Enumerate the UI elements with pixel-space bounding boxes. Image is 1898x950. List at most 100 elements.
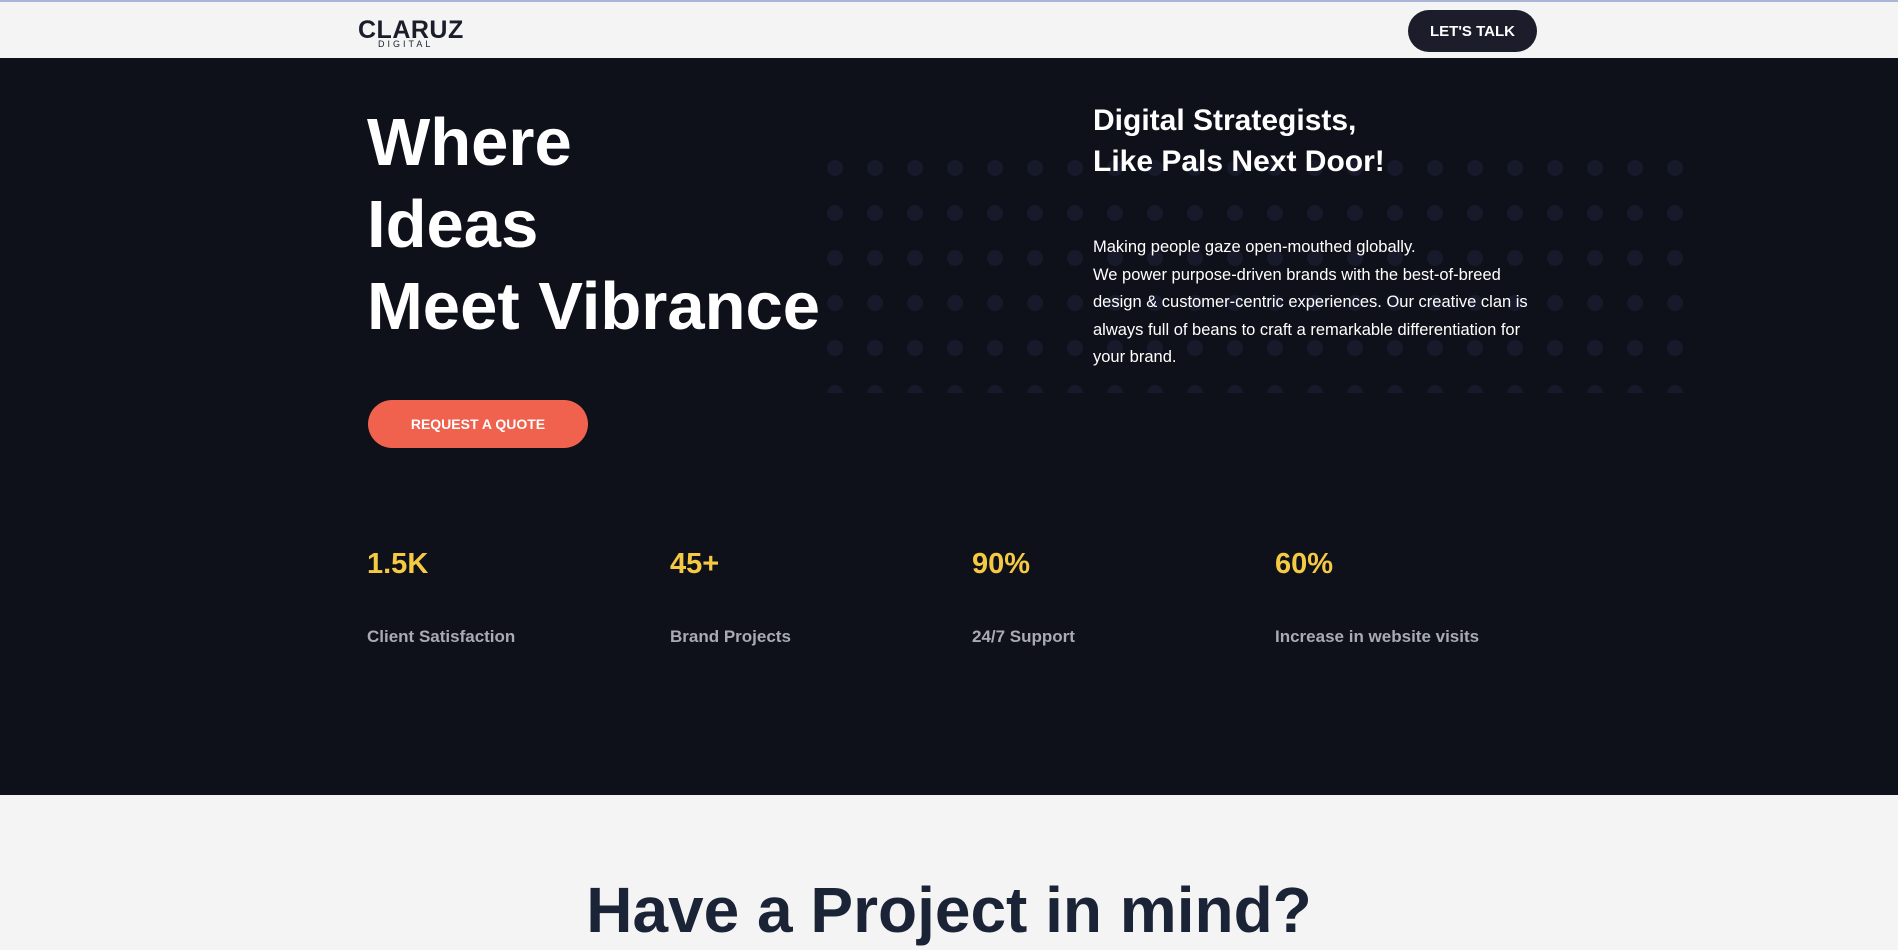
decorative-dot: [867, 250, 883, 266]
stat-value: 1.5K: [367, 548, 429, 580]
decorative-dot: [867, 295, 883, 311]
decorative-dot: [1387, 385, 1403, 393]
decorative-dot: [867, 340, 883, 356]
decorative-dot: [907, 295, 923, 311]
decorative-dot: [1627, 160, 1643, 176]
decorative-dot: [1587, 160, 1603, 176]
decorative-dot: [827, 385, 843, 393]
decorative-dot: [827, 205, 843, 221]
decorative-dot: [1507, 205, 1523, 221]
decorative-dot: [1547, 205, 1563, 221]
decorative-dot: [1587, 295, 1603, 311]
decorative-dot: [1627, 250, 1643, 266]
decorative-dot: [1027, 205, 1043, 221]
hero-headline: Where Ideas Meet Vibrance: [367, 102, 820, 348]
headline-line-3: Meet Vibrance: [367, 269, 821, 344]
decorative-dot: [1507, 160, 1523, 176]
decorative-dot: [1187, 385, 1203, 393]
decorative-dot: [1067, 295, 1083, 311]
stat-label: Client Satisfaction: [367, 627, 516, 646]
headline-line-1: Where: [367, 105, 572, 180]
decorative-dot: [1667, 160, 1683, 176]
decorative-dot: [1547, 340, 1563, 356]
decorative-dot: [1307, 205, 1323, 221]
decorative-dot: [1387, 205, 1403, 221]
decorative-dot: [1027, 295, 1043, 311]
decorative-dot: [827, 340, 843, 356]
decorative-dot: [1627, 295, 1643, 311]
logo-subtext: DIGITAL: [378, 39, 434, 49]
decorative-dot: [1307, 385, 1323, 393]
decorative-dot: [1067, 205, 1083, 221]
decorative-dot: [1467, 385, 1483, 393]
decorative-dot: [1027, 160, 1043, 176]
decorative-dot: [1427, 385, 1443, 393]
decorative-dot: [947, 250, 963, 266]
decorative-dot: [987, 340, 1003, 356]
decorative-dot: [947, 385, 963, 393]
decorative-dot: [987, 385, 1003, 393]
decorative-dot: [1067, 160, 1083, 176]
decorative-dot: [1627, 205, 1643, 221]
decorative-dot: [1427, 160, 1443, 176]
decorative-dot: [1027, 385, 1043, 393]
decorative-dot: [987, 295, 1003, 311]
decorative-dot: [1027, 250, 1043, 266]
decorative-dot: [1467, 205, 1483, 221]
decorative-dot: [1107, 205, 1123, 221]
decorative-dot: [1147, 205, 1163, 221]
decorative-dot: [1587, 385, 1603, 393]
decorative-dot: [1627, 385, 1643, 393]
decorative-dot: [907, 385, 923, 393]
decorative-dot: [1547, 250, 1563, 266]
decorative-dot: [1227, 385, 1243, 393]
decorative-dot: [987, 250, 1003, 266]
description-line-1: Making people gaze open-mouthed globally…: [1093, 238, 1416, 256]
decorative-dot: [1347, 385, 1363, 393]
stat-label: 24/7 Support: [972, 627, 1075, 646]
decorative-dot: [987, 205, 1003, 221]
stat-value: 60%: [1275, 548, 1334, 580]
decorative-dot: [907, 205, 923, 221]
headline-line-2: Ideas: [367, 187, 539, 262]
decorative-dot: [947, 295, 963, 311]
decorative-dot: [1587, 340, 1603, 356]
decorative-dot: [1507, 385, 1523, 393]
lets-talk-button[interactable]: LET'S TALK: [1408, 10, 1537, 52]
subtitle-line-1: Digital Strategists,: [1093, 104, 1357, 137]
decorative-dot: [867, 160, 883, 176]
decorative-dot: [947, 340, 963, 356]
decorative-dot: [947, 205, 963, 221]
decorative-dot: [907, 250, 923, 266]
decorative-dot: [1587, 205, 1603, 221]
decorative-dot: [1667, 340, 1683, 356]
decorative-dot: [1427, 205, 1443, 221]
hero-description: Making people gaze open-mouthed globally…: [1093, 234, 1533, 372]
decorative-dot: [1547, 295, 1563, 311]
decorative-dot: [1387, 160, 1403, 176]
stat-value: 90%: [972, 548, 1031, 580]
decorative-dot: [1267, 205, 1283, 221]
decorative-dot: [1067, 385, 1083, 393]
decorative-dot: [947, 160, 963, 176]
claruz-logo[interactable]: CLARUZ DIGITAL: [358, 16, 463, 49]
decorative-dot: [987, 160, 1003, 176]
decorative-dot: [1227, 205, 1243, 221]
decorative-dot: [1267, 385, 1283, 393]
project-cta-heading: Have a Project in mind?: [586, 874, 1312, 946]
decorative-dot: [1347, 205, 1363, 221]
decorative-dot: [867, 205, 883, 221]
decorative-dot: [1667, 295, 1683, 311]
request-quote-button[interactable]: REQUEST A QUOTE: [368, 400, 588, 448]
decorative-dot: [1107, 385, 1123, 393]
site-header: CLARUZ DIGITAL LET'S TALK: [0, 2, 1898, 58]
decorative-dot: [907, 340, 923, 356]
decorative-dot: [1467, 160, 1483, 176]
decorative-dot: [1667, 385, 1683, 393]
decorative-dot: [1587, 250, 1603, 266]
decorative-dot: [1627, 340, 1643, 356]
decorative-dot: [1067, 340, 1083, 356]
decorative-dot: [1027, 340, 1043, 356]
decorative-dot: [827, 295, 843, 311]
decorative-dot: [1147, 385, 1163, 393]
